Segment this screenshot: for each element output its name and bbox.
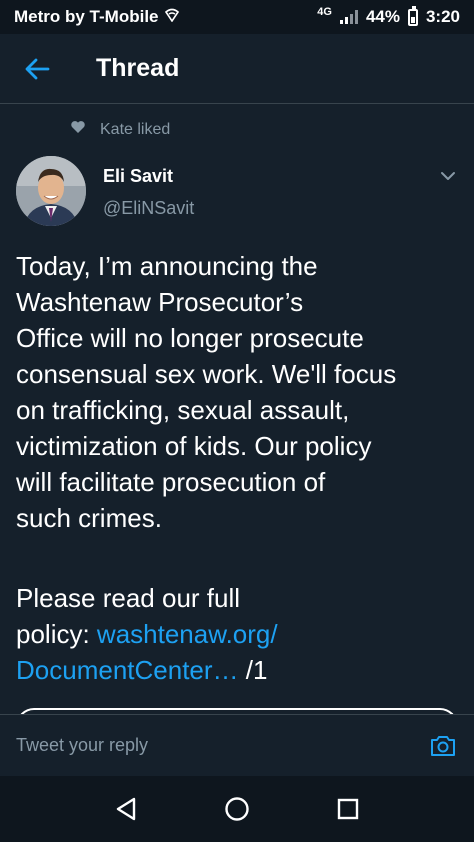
status-bar: Metro by T-Mobile 4G 44% 3:20	[0, 0, 474, 34]
reply-bar: Tweet your reply	[0, 714, 474, 776]
signal-icon	[339, 10, 358, 24]
author-name[interactable]: Eli Savit	[103, 166, 173, 187]
back-button[interactable]	[0, 34, 74, 104]
thread-screen: Metro by T-Mobile 4G 44% 3:20 Thread Kat…	[0, 0, 474, 842]
wifi-calling-icon	[164, 7, 179, 27]
back-arrow-icon	[25, 58, 50, 79]
clock: 3:20	[425, 7, 460, 26]
reply-input[interactable]: Tweet your reply	[16, 735, 148, 756]
top-bar: Thread	[0, 34, 474, 104]
battery-icon	[407, 5, 418, 26]
network-type-label: 4G	[317, 6, 332, 18]
policy-link-part2[interactable]: DocumentCenter…	[16, 655, 239, 685]
tweet-text: Today, I’m announcing the Washtenaw Pros…	[16, 251, 397, 533]
system-nav-bar	[0, 776, 474, 842]
tweet-text-continued: Please read our full policy: washtenaw.o…	[16, 580, 466, 688]
camera-icon	[431, 735, 455, 756]
policy-link-part1[interactable]: washtenaw.org/	[97, 619, 278, 649]
battery-percent: 44%	[365, 7, 400, 26]
heart-icon	[70, 120, 86, 139]
page-title: Thread	[96, 54, 180, 82]
chevron-down-icon	[441, 172, 455, 180]
nav-recents-button[interactable]	[328, 789, 368, 829]
thread-number: /1	[238, 655, 268, 685]
triangle-back-icon	[116, 797, 135, 821]
square-recents-icon	[338, 798, 359, 820]
carrier-label: Metro by T-Mobile	[14, 7, 159, 26]
liked-by-text[interactable]: Kate liked	[100, 121, 170, 139]
avatar[interactable]	[16, 156, 86, 226]
author-handle[interactable]: @EliNSavit	[103, 198, 194, 219]
social-context: Kate liked	[70, 120, 170, 139]
nav-back-button[interactable]	[106, 789, 146, 829]
nav-home-button[interactable]	[217, 789, 257, 829]
circle-home-icon	[225, 797, 249, 821]
more-options-button[interactable]	[436, 164, 460, 188]
camera-button[interactable]	[428, 731, 458, 761]
